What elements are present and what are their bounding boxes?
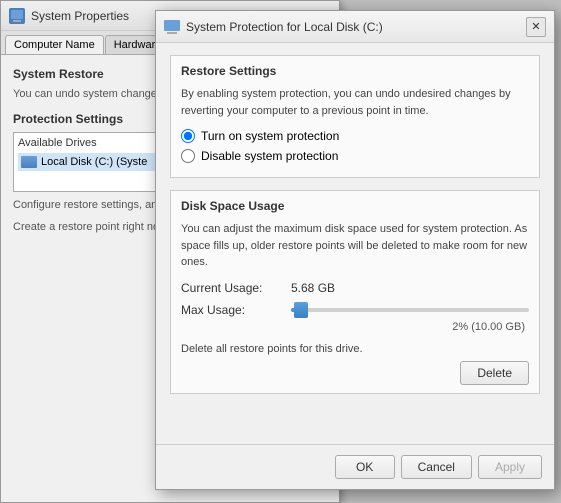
radio-disable-label: Disable system protection (201, 149, 338, 163)
drive-icon (21, 156, 37, 168)
delete-button[interactable]: Delete (460, 361, 529, 385)
drive-item-label: Local Disk (C:) (Syste (41, 156, 147, 168)
slider-percent-label: 2% (10.00 GB) (181, 321, 529, 333)
disk-space-title: Disk Space Usage (181, 199, 529, 213)
radio-turn-on[interactable]: Turn on system protection (181, 129, 529, 143)
cancel-button[interactable]: Cancel (401, 455, 472, 479)
dialog-title-text: System Protection for Local Disk (C:) (186, 20, 526, 34)
apply-button[interactable]: Apply (478, 455, 542, 479)
ok-button[interactable]: OK (335, 455, 395, 479)
restore-settings-title: Restore Settings (181, 64, 529, 78)
max-usage-row: Max Usage: (181, 303, 529, 317)
current-usage-row: Current Usage: 5.68 GB (181, 281, 529, 295)
slider-track (291, 308, 529, 312)
delete-btn-row: Delete (181, 361, 529, 385)
max-usage-slider-container (291, 308, 529, 312)
delete-description: Delete all restore points for this drive… (181, 343, 529, 355)
system-protection-dialog: System Protection for Local Disk (C:) ✕ … (155, 10, 555, 490)
dialog-body: Restore Settings By enabling system prot… (156, 43, 554, 444)
system-properties-icon (9, 8, 25, 24)
restore-radio-group: Turn on system protection Disable system… (181, 129, 529, 163)
radio-disable-input[interactable] (181, 149, 195, 163)
max-usage-label: Max Usage: (181, 303, 291, 317)
current-usage-value: 5.68 GB (291, 281, 335, 295)
disk-space-desc: You can adjust the maximum disk space us… (181, 221, 529, 271)
radio-turn-on-input[interactable] (181, 129, 195, 143)
disk-space-section: Disk Space Usage You can adjust the maxi… (170, 190, 540, 394)
radio-turn-on-label: Turn on system protection (201, 129, 339, 143)
slider-thumb[interactable] (294, 302, 308, 318)
radio-disable[interactable]: Disable system protection (181, 149, 529, 163)
restore-settings-desc: By enabling system protection, you can u… (181, 86, 529, 119)
current-usage-label: Current Usage: (181, 281, 291, 295)
tab-computer-name[interactable]: Computer Name (5, 35, 104, 54)
dialog-title-icon (164, 19, 180, 35)
restore-settings-group: Restore Settings By enabling system prot… (170, 55, 540, 178)
dialog-footer: OK Cancel Apply (156, 444, 554, 489)
bg-window-title: System Properties (31, 9, 129, 23)
dialog-close-button[interactable]: ✕ (526, 17, 546, 37)
dialog-titlebar: System Protection for Local Disk (C:) ✕ (156, 11, 554, 43)
